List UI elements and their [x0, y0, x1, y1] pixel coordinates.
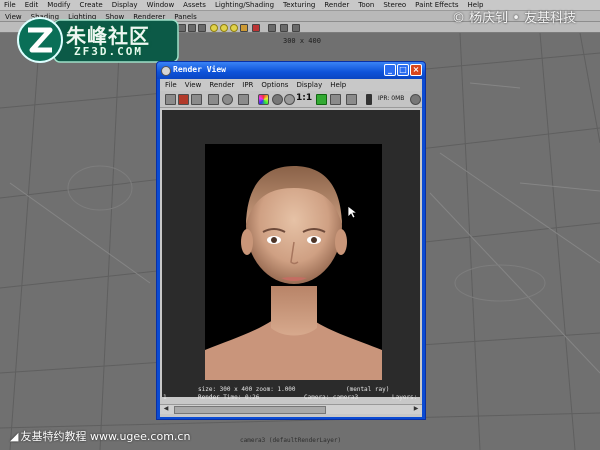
- frame-number: 1: [163, 394, 167, 401]
- smooth-shade-icon[interactable]: [210, 24, 218, 32]
- bottom-watermark: ◢ 友基特约教程 www.ugee.com.cn: [10, 428, 190, 444]
- lights-icon[interactable]: [240, 24, 248, 32]
- rv-menu-help[interactable]: Help: [330, 81, 346, 89]
- render-view-body: File View Render IPR Options Display Hel…: [160, 79, 422, 417]
- render-view-titlebar[interactable]: Render View _ □ ×: [157, 62, 425, 79]
- isolate-icon[interactable]: [252, 24, 260, 32]
- rv-menu-view[interactable]: View: [185, 81, 202, 89]
- menu-edit[interactable]: Edit: [25, 1, 39, 9]
- renderer-name: (mental ray): [346, 386, 390, 393]
- close-icon[interactable]: ×: [410, 64, 422, 76]
- minimize-icon[interactable]: _: [384, 64, 396, 76]
- render-layers: Layers:: [392, 394, 418, 401]
- menu-assets[interactable]: Assets: [183, 1, 206, 9]
- redo-render-icon[interactable]: [165, 94, 176, 105]
- menu-modify[interactable]: Modify: [47, 1, 70, 9]
- menu-stereo[interactable]: Stereo: [383, 1, 406, 9]
- maximize-icon[interactable]: □: [397, 64, 409, 76]
- render-view-menubar: File View Render IPR Options Display Hel…: [160, 79, 422, 90]
- grid-icon[interactable]: [188, 24, 196, 32]
- resolution-gate-icon[interactable]: [292, 24, 300, 32]
- checker-icon[interactable]: [198, 24, 206, 32]
- render-canvas[interactable]: size: 300 x 400 zoom: 1.000 (mental ray)…: [162, 110, 420, 401]
- menu-file[interactable]: File: [4, 1, 16, 9]
- render-region-icon[interactable]: [178, 94, 189, 105]
- ipr-status-icon: [410, 94, 421, 105]
- refresh-ipr-icon[interactable]: [222, 94, 233, 105]
- menu-toon[interactable]: Toon: [358, 1, 374, 9]
- render-view-app-icon: [161, 66, 171, 76]
- shadow-icon[interactable]: [280, 24, 288, 32]
- ipr-memory-label: IPR: 0MB: [378, 95, 405, 102]
- rv-menu-ipr[interactable]: IPR: [242, 81, 253, 89]
- display-settings-icon[interactable]: [346, 94, 357, 105]
- menu-render[interactable]: Render: [324, 1, 349, 9]
- scroll-right-icon[interactable]: ▶: [412, 405, 420, 413]
- render-camera: Camera: camera3: [304, 394, 359, 401]
- render-info-bar: size: 300 x 400 zoom: 1.000 (mental ray)…: [162, 386, 420, 401]
- real-size-button[interactable]: 1:1: [296, 93, 312, 103]
- render-view-toolbar: 1:1 IPR: 0MB: [160, 91, 422, 108]
- menu-texturing[interactable]: Texturing: [283, 1, 315, 9]
- keep-image-icon[interactable]: [316, 94, 327, 105]
- logo-english-text: ZF3D.COM: [74, 45, 143, 58]
- exposure-icon[interactable]: [284, 94, 295, 105]
- textured-icon[interactable]: [230, 24, 238, 32]
- menu-lighting-shading[interactable]: Lighting/Shading: [215, 1, 274, 9]
- rv-menu-options[interactable]: Options: [261, 81, 288, 89]
- alpha-channel-icon[interactable]: [272, 94, 283, 105]
- camera-label: camera3 (defaultRenderLayer): [240, 437, 342, 444]
- mouse-cursor-icon: [347, 205, 357, 219]
- rv-menu-render[interactable]: Render: [209, 81, 234, 89]
- xray-icon[interactable]: [268, 24, 276, 32]
- bird-icon: ◢: [10, 430, 19, 443]
- copyright-watermark: © 杨庆钊 • 友基科技: [452, 11, 577, 26]
- scrollbar-thumb[interactable]: [174, 406, 326, 414]
- render-size-info: size: 300 x 400 zoom: 1.000: [198, 386, 296, 393]
- rendered-portrait-image: [205, 144, 382, 380]
- remove-image-icon[interactable]: [330, 94, 341, 105]
- menu-display[interactable]: Display: [112, 1, 138, 9]
- menu-window[interactable]: Window: [147, 1, 175, 9]
- resolution-gate-label: 300 x 400: [283, 37, 321, 45]
- scroll-left-icon[interactable]: ◀: [162, 405, 170, 413]
- wireframe-shade-icon[interactable]: [220, 24, 228, 32]
- render-settings-icon[interactable]: [238, 94, 249, 105]
- rv-menu-file[interactable]: File: [165, 81, 177, 89]
- snapshot-icon[interactable]: [191, 94, 202, 105]
- render-view-title: Render View: [173, 65, 226, 74]
- horizontal-scrollbar[interactable]: ◀ ▶: [160, 404, 422, 414]
- ipr-render-icon[interactable]: [208, 94, 219, 105]
- color-channels-icon[interactable]: [258, 94, 269, 105]
- menu-create[interactable]: Create: [79, 1, 102, 9]
- rv-menu-display[interactable]: Display: [296, 81, 322, 89]
- render-time: Render Time: 0:26: [198, 394, 260, 401]
- pause-icon[interactable]: [366, 94, 372, 105]
- render-view-window: Render View _ □ × File View Render IPR O…: [156, 61, 426, 420]
- bottom-watermark-text: 友基特约教程 www.ugee.com.cn: [20, 430, 191, 443]
